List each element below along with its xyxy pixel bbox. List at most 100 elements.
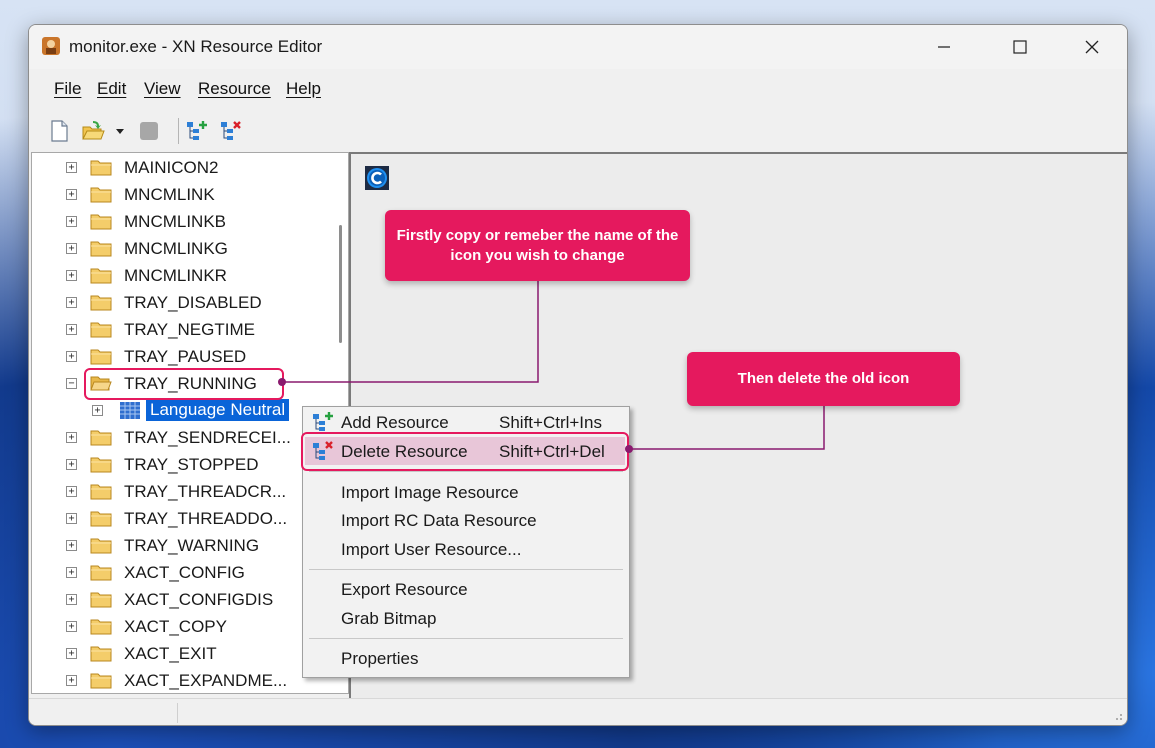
callout-copy-name: Firstly copy or remeber the name of the … (385, 210, 690, 281)
tree-item[interactable]: + XACT_EXPANDME... (32, 668, 332, 693)
expand-icon[interactable]: + (66, 621, 77, 632)
save-icon[interactable] (137, 119, 161, 143)
tree-item-label: TRAY_NEGTIME (124, 320, 255, 339)
tree-item-label: MNCMLINKB (124, 212, 227, 231)
expand-icon[interactable]: + (66, 189, 77, 200)
scrollbar-thumb[interactable] (339, 225, 342, 343)
folder-icon (90, 349, 112, 365)
menu-item-grab-bitmap[interactable]: Grab Bitmap (305, 604, 625, 632)
menu-item-import-user[interactable]: Import User Resource... (305, 535, 625, 563)
delete-resource-highlight (301, 432, 629, 471)
expand-icon[interactable]: + (66, 540, 77, 551)
title-bar[interactable]: monitor.exe - XN Resource Editor (29, 25, 1127, 69)
menu-item-import-rc-data[interactable]: Import RC Data Resource (305, 506, 625, 534)
menu-edit[interactable]: Edit (97, 79, 126, 99)
add-resource-shortcut: Shift+Ctrl+Ins (499, 413, 602, 432)
tree-item[interactable]: + XACT_CONFIGDIS (32, 587, 332, 614)
tree-item[interactable]: + MNCMLINKG (32, 236, 332, 263)
maximize-button[interactable] (997, 25, 1043, 69)
menu-item-import-image[interactable]: Import Image Resource (305, 478, 625, 506)
tree-item[interactable]: + TRAY_SENDRECEI... (32, 425, 332, 452)
tray-running-highlight (84, 368, 284, 400)
new-file-icon[interactable] (47, 119, 71, 143)
toolbar (29, 115, 1127, 147)
tree-item-language-neutral[interactable]: + Language Neutral (32, 398, 332, 425)
folder-icon (90, 322, 112, 338)
status-bar (29, 698, 1127, 725)
expand-icon[interactable]: + (66, 486, 77, 497)
menu-separator (309, 638, 623, 639)
menu-separator (309, 569, 623, 570)
tree-item[interactable]: + XACT_EXIT (32, 641, 332, 668)
expand-icon[interactable]: + (66, 675, 77, 686)
close-button[interactable] (1069, 25, 1115, 69)
expand-icon[interactable]: + (66, 324, 77, 335)
tree-item[interactable]: + TRAY_THREADCR... (32, 479, 332, 506)
tree-item[interactable]: + TRAY_PAUSED (32, 344, 332, 371)
folder-icon (90, 484, 112, 500)
tree-item-label: TRAY_THREADDO... (124, 509, 288, 528)
grab-bitmap-label: Grab Bitmap (341, 609, 437, 628)
expand-icon[interactable]: + (66, 513, 77, 524)
expand-icon[interactable]: + (66, 432, 77, 443)
tree-item-label: TRAY_DISABLED (124, 293, 262, 312)
tree-item[interactable]: + TRAY_STOPPED (32, 452, 332, 479)
tree-item-label: TRAY_STOPPED (124, 455, 259, 474)
collapse-icon[interactable]: − (66, 378, 77, 389)
tree-item[interactable]: + TRAY_DISABLED (32, 290, 332, 317)
tree-item[interactable]: + XACT_CONFIG (32, 560, 332, 587)
menu-file[interactable]: File (54, 79, 81, 99)
menu-view[interactable]: View (144, 79, 181, 99)
folder-icon (90, 592, 112, 608)
tree-item-label: MAINICON2 (124, 158, 219, 177)
close-icon (1085, 40, 1099, 54)
folder-icon (90, 268, 112, 284)
expand-icon[interactable]: + (66, 351, 77, 362)
tree-item-label: Language Neutral (146, 399, 290, 421)
open-folder-icon[interactable] (81, 119, 105, 143)
tree-item[interactable]: + MNCMLINKB (32, 209, 332, 236)
tree-item[interactable]: + XACT_COPY (32, 614, 332, 641)
folder-icon (90, 430, 112, 446)
expand-icon[interactable]: + (66, 270, 77, 281)
tree-item-label: TRAY_THREADCR... (124, 482, 287, 501)
folder-icon (90, 160, 112, 176)
add-resource-icon (313, 412, 333, 431)
expand-icon[interactable]: + (66, 216, 77, 227)
tree-item[interactable]: + TRAY_WARNING (32, 533, 332, 560)
add-resource-icon[interactable] (185, 119, 209, 143)
add-resource-label: Add Resource (341, 413, 449, 432)
folder-icon (90, 511, 112, 527)
tree-item[interactable]: + MNCMLINK (32, 182, 332, 209)
tree-item[interactable]: + MNCMLINKR (32, 263, 332, 290)
expand-icon[interactable]: + (66, 594, 77, 605)
delete-resource-icon[interactable] (219, 119, 243, 143)
tree-item-label: TRAY_PAUSED (124, 347, 247, 366)
expand-icon[interactable]: + (92, 405, 103, 416)
expand-icon[interactable]: + (66, 243, 77, 254)
expand-icon[interactable]: + (66, 648, 77, 659)
toolbar-separator (178, 118, 179, 144)
resize-grip-icon[interactable] (1113, 711, 1123, 721)
tree-item-label: XACT_CONFIGDIS (124, 590, 274, 609)
folder-icon (90, 241, 112, 257)
folder-icon (90, 619, 112, 635)
menu-resource[interactable]: Resource (198, 79, 271, 99)
minimize-button[interactable] (921, 25, 967, 69)
expand-icon[interactable]: + (66, 162, 77, 173)
status-divider (177, 703, 178, 723)
menu-help[interactable]: Help (286, 79, 321, 99)
tree-item[interactable]: + MAINICON2 (32, 155, 332, 182)
menu-item-export-resource[interactable]: Export Resource (305, 575, 625, 603)
tree-item-label: MNCMLINKR (124, 266, 227, 285)
folder-icon (90, 538, 112, 554)
tree-item[interactable]: + TRAY_THREADDO... (32, 506, 332, 533)
tree-item-label: TRAY_SENDRECEI... (124, 428, 291, 447)
tree-item[interactable]: + TRAY_NEGTIME (32, 317, 332, 344)
expand-icon[interactable]: + (66, 567, 77, 578)
expand-icon[interactable]: + (66, 297, 77, 308)
import-image-label: Import Image Resource (341, 483, 519, 502)
expand-icon[interactable]: + (66, 459, 77, 470)
chevron-down-icon[interactable] (113, 119, 127, 143)
menu-item-properties[interactable]: Properties (305, 644, 625, 672)
